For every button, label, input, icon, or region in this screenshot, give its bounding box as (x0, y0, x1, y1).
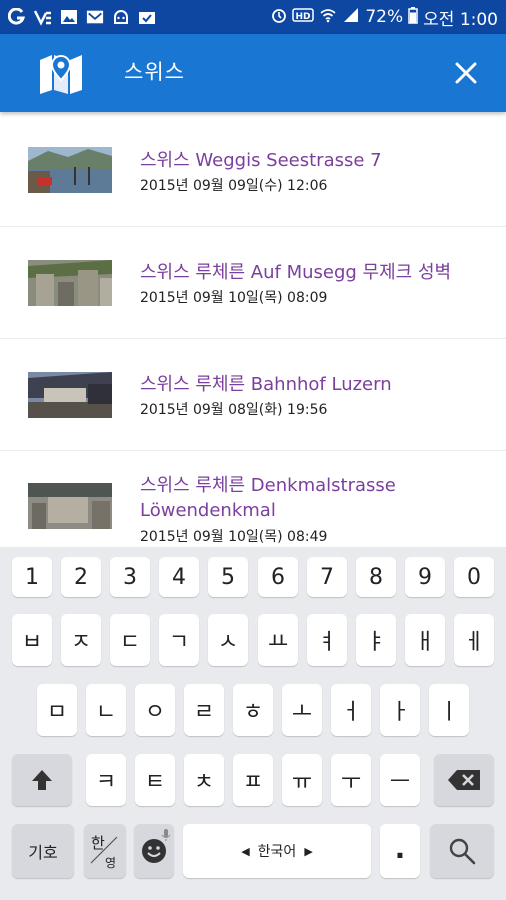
key-6[interactable]: 6 (258, 557, 298, 597)
hd-icon: HD (292, 7, 315, 27)
space-label: 한국어 (257, 844, 297, 860)
key-u[interactable]: ㅜ (331, 754, 371, 806)
language-toggle-graphic: 한 영 (90, 834, 118, 870)
page-title: 스위스 (124, 60, 185, 84)
item-title: 스위스 루체른 Auf Musegg 무제크 성벽 (140, 262, 452, 283)
key-ae[interactable]: ㅐ (405, 614, 445, 666)
item-date: 2015년 09월 09일(수) 12:06 (140, 178, 328, 194)
svg-text:HD: HD (296, 12, 311, 22)
status-bar: HD 72% 오전 1:00 (0, 0, 506, 34)
key-0[interactable]: 0 (454, 557, 494, 597)
item-title: 스위스 루체른 Bahnhof Luzern (140, 374, 392, 395)
key-a[interactable]: ㅏ (380, 684, 420, 736)
mic-icon (161, 829, 171, 841)
list-item[interactable]: 스위스 Weggis Seestrasse 7 2015년 09월 09일(수)… (0, 115, 506, 227)
key-yu[interactable]: ㅠ (282, 754, 322, 806)
v-icon (34, 8, 52, 26)
signal-icon (342, 7, 360, 27)
item-title: 스위스 Weggis Seestrasse 7 (140, 150, 382, 171)
key-tieut[interactable]: ㅌ (135, 754, 175, 806)
key-giyeok[interactable]: ㄱ (159, 614, 199, 666)
search-icon (449, 838, 476, 865)
key-eo[interactable]: ㅓ (331, 684, 371, 736)
close-icon (455, 62, 477, 84)
key-nieun[interactable]: ㄴ (86, 684, 126, 736)
key-mieum[interactable]: ㅁ (37, 684, 77, 736)
language-key[interactable]: 한 영 (84, 824, 126, 878)
map-icon[interactable] (38, 52, 84, 96)
key-3[interactable]: 3 (110, 557, 150, 597)
backspace-icon (448, 770, 480, 790)
symbol-key-label: 기호 (28, 843, 58, 862)
mail-icon (86, 8, 104, 26)
space-right-arrow: ▶ (304, 844, 313, 858)
clock: 오전 1:00 (423, 9, 498, 30)
key-i[interactable]: ㅣ (429, 684, 469, 736)
key-9[interactable]: 9 (405, 557, 445, 597)
android-icon (112, 8, 130, 26)
notification-icons (8, 8, 156, 26)
backspace-button[interactable] (434, 754, 494, 806)
wifi-icon (319, 7, 337, 27)
close-button[interactable] (446, 53, 486, 93)
key-ya[interactable]: ㅑ (356, 614, 396, 666)
key-o[interactable]: ㅗ (282, 684, 322, 736)
shift-icon (32, 770, 52, 790)
item-date: 2015년 09월 08일(화) 19:56 (140, 402, 328, 418)
thumbnail-image (28, 147, 112, 193)
emoji-key[interactable] (134, 824, 174, 878)
key-7[interactable]: 7 (307, 557, 347, 597)
lang-key-top: 한 (91, 834, 105, 852)
battery-icon (408, 6, 418, 28)
g-icon (8, 8, 26, 26)
key-siot[interactable]: ㅅ (208, 614, 248, 666)
key-kieuk[interactable]: ㅋ (86, 754, 126, 806)
search-button[interactable] (430, 824, 494, 878)
key-jieut[interactable]: ㅈ (61, 614, 101, 666)
key-2[interactable]: 2 (61, 557, 101, 597)
app-bar: 스위스 (0, 34, 506, 112)
key-ieung[interactable]: ㅇ (135, 684, 175, 736)
thumbnail-image (28, 260, 112, 306)
key-yo[interactable]: ㅛ (258, 614, 298, 666)
symbol-key[interactable]: 기호 (12, 824, 74, 878)
lang-key-bottom: 영 (105, 856, 116, 870)
list-item[interactable]: 스위스 루체른 Auf Musegg 무제크 성벽 2015년 09월 10일(… (0, 227, 506, 339)
key-chieut[interactable]: ㅊ (184, 754, 224, 806)
period-label: . (394, 831, 406, 865)
list-item[interactable]: 스위스 루체른 Bahnhof Luzern 2015년 09월 08일(화) … (0, 339, 506, 451)
period-key[interactable]: . (380, 824, 420, 878)
shift-button[interactable] (12, 754, 72, 806)
keyboard: 1 2 3 4 5 6 7 8 9 0 ㅂ ㅈ ㄷ ㄱ ㅅ ㅛ ㅕ ㅑ ㅐ ㅔ … (0, 547, 506, 900)
key-8[interactable]: 8 (356, 557, 396, 597)
key-e[interactable]: ㅔ (454, 614, 494, 666)
key-pieup[interactable]: ㅍ (233, 754, 273, 806)
list-item[interactable]: 스위스 루체른 Denkmalstrasse Löwendenkmal 2015… (0, 451, 506, 547)
image-icon (60, 8, 78, 26)
item-date: 2015년 09월 10일(목) 08:49 (140, 529, 328, 545)
check-bag-icon (138, 8, 156, 26)
battery-percent: 72% (365, 7, 404, 27)
key-4[interactable]: 4 (159, 557, 199, 597)
key-digeut[interactable]: ㄷ (110, 614, 150, 666)
key-yeo[interactable]: ㅕ (307, 614, 347, 666)
key-eu[interactable]: ㅡ (380, 754, 420, 806)
space-left-arrow: ◀ (241, 844, 250, 858)
key-rieul[interactable]: ㄹ (184, 684, 224, 736)
alarm-icon (271, 7, 287, 27)
place-list: 스위스 Weggis Seestrasse 7 2015년 09월 09일(수)… (0, 115, 506, 547)
space-bar[interactable]: ◀ 한국어 ▶ (183, 824, 371, 878)
thumbnail-image (28, 483, 112, 529)
item-date: 2015년 09월 10일(목) 08:09 (140, 290, 328, 306)
system-icons: HD 72% 오전 1:00 (271, 5, 498, 30)
key-5[interactable]: 5 (208, 557, 248, 597)
item-title: 스위스 루체른 Denkmalstrasse Löwendenkmal (140, 475, 396, 521)
thumbnail-image (28, 372, 112, 418)
key-hieut[interactable]: ㅎ (233, 684, 273, 736)
key-bieup[interactable]: ㅂ (12, 614, 52, 666)
key-1[interactable]: 1 (12, 557, 52, 597)
